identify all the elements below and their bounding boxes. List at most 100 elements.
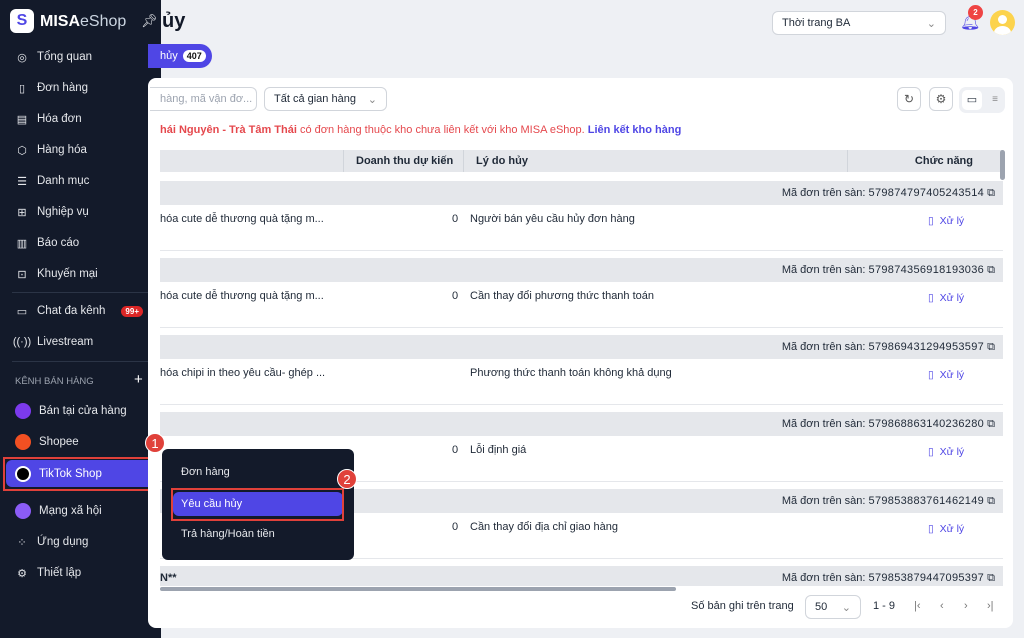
sidebar: S MISAeShop 📌︎ ◎ Tổng quan ▯ Đơn hàng ▤ Hóa… bbox=[0, 0, 161, 638]
first-page-icon[interactable]: |‹ bbox=[914, 600, 921, 612]
sidebar-item-social[interactable]: Mạng xã hội bbox=[0, 497, 161, 525]
sidebar-item-overview[interactable]: ◎ Tổng quan bbox=[0, 43, 161, 71]
horizontal-scrollbar[interactable] bbox=[160, 587, 676, 591]
sidebar-item-products[interactable]: ⬡ Hàng hóa bbox=[0, 136, 161, 164]
search-input[interactable]: hàng, mã vận đơ... bbox=[150, 87, 257, 111]
revenue: 0 bbox=[452, 521, 459, 533]
process-label: Xử lý bbox=[939, 215, 965, 227]
code-label: Mã đơn trên sàn: bbox=[781, 187, 866, 199]
cancel-reason: Cần thay đổi phương thức thanh toán bbox=[470, 290, 655, 302]
sidebar-item-operations[interactable]: ⊞ Nghiệp vụ bbox=[0, 198, 161, 226]
order-code: 579874356918193036 bbox=[868, 264, 985, 276]
store-icon bbox=[15, 403, 31, 419]
step-marker-1: 1 bbox=[145, 433, 165, 453]
process-label: Xử lý bbox=[939, 292, 965, 304]
process-button[interactable]: ▯ Xử lý bbox=[928, 369, 964, 381]
next-page-icon[interactable]: › bbox=[964, 600, 968, 612]
list-icon: ☰ bbox=[17, 175, 27, 188]
submenu-orders[interactable]: Đơn hàng bbox=[173, 460, 343, 484]
tab-cancel-requests[interactable]: hủy 407 bbox=[148, 44, 212, 68]
table-row: hóa cute dễ thương quà tặng m... 0 Cần t… bbox=[160, 282, 1003, 328]
copy-icon[interactable]: ⧉ bbox=[987, 495, 995, 507]
col-actions: Chức năng bbox=[847, 150, 1003, 172]
brand-light: eShop bbox=[80, 13, 127, 30]
col-revenue: Doanh thu dự kiến bbox=[343, 150, 463, 172]
pin-icon[interactable]: 📌︎ bbox=[141, 13, 158, 29]
page-size-select[interactable]: 50 ⌄ bbox=[805, 595, 861, 619]
highlight-box-cancel bbox=[171, 488, 344, 521]
vertical-scrollbar[interactable] bbox=[1000, 150, 1005, 180]
page-title: ủy bbox=[162, 10, 186, 32]
list-view-icon[interactable]: ≡ bbox=[987, 90, 1003, 110]
warning-shop: hái Nguyên - Trà Tâm Thái bbox=[160, 124, 297, 136]
sidebar-item-shopee[interactable]: Shopee bbox=[0, 428, 161, 456]
cancel-reason: Phương thức thanh toán không khả dụng bbox=[470, 367, 672, 379]
shop-select[interactable]: Thời trang BA ⌄ bbox=[772, 11, 946, 35]
chevron-down-icon: ⌄ bbox=[367, 93, 377, 106]
copy-icon[interactable]: ⧉ bbox=[987, 187, 995, 199]
table-row: hóa chipi in theo yêu cầu- ghép ... Phươ… bbox=[160, 359, 1003, 405]
refresh-button[interactable]: ↻ bbox=[897, 87, 921, 111]
avatar[interactable] bbox=[990, 10, 1015, 35]
product-name: hóa cute dễ thương quà tặng m... bbox=[160, 213, 324, 225]
sidebar-item-store[interactable]: Bán tại cửa hàng bbox=[0, 397, 161, 425]
label: Nghiệp vụ bbox=[37, 206, 89, 218]
settings-button[interactable]: ⚙ bbox=[929, 87, 953, 111]
sidebar-item-promotions[interactable]: ⊡ Khuyến mại bbox=[0, 260, 161, 288]
document-icon: ▯ bbox=[928, 215, 934, 227]
store-filter-select[interactable]: Tất cả gian hàng ⌄ bbox=[264, 87, 387, 111]
order-code: 579853879447095397 bbox=[868, 572, 985, 584]
revenue: 0 bbox=[452, 290, 459, 302]
label: Ứng dụng bbox=[37, 536, 89, 548]
label: Hàng hóa bbox=[37, 144, 87, 156]
copy-icon[interactable]: ⧉ bbox=[987, 418, 995, 430]
tab-label: hủy bbox=[160, 50, 178, 62]
tab-count: 407 bbox=[182, 50, 206, 62]
label: Bán tại cửa hàng bbox=[39, 405, 127, 417]
divider bbox=[12, 292, 155, 293]
process-button[interactable]: ▯ Xử lý bbox=[928, 523, 964, 535]
sidebar-item-livestream[interactable]: ((·)) Livestream bbox=[0, 328, 161, 356]
col-reason: Lý do hủy bbox=[463, 150, 847, 172]
table-header: Doanh thu dự kiến Lý do hủy Chức năng bbox=[160, 150, 1003, 172]
copy-icon[interactable]: ⧉ bbox=[987, 572, 995, 584]
label: Đơn hàng bbox=[37, 82, 89, 94]
gear-icon: ⚙ bbox=[935, 92, 947, 106]
sidebar-item-reports[interactable]: ▥ Báo cáo bbox=[0, 229, 161, 257]
sidebar-item-categories[interactable]: ☰ Danh mục bbox=[0, 167, 161, 195]
label: Danh mục bbox=[37, 175, 90, 187]
code-label: Mã đơn trên sàn: bbox=[781, 418, 866, 430]
chevron-down-icon: ⌄ bbox=[841, 601, 851, 614]
group-header: Mã đơn trên sàn: 579874797405243514 ⧉ bbox=[160, 181, 1003, 205]
warning-text: có đơn hàng thuộc kho chưa liên kết với … bbox=[296, 124, 588, 136]
social-icon bbox=[15, 503, 31, 519]
order-code: 579853883761462149 bbox=[868, 495, 985, 507]
revenue: 0 bbox=[452, 444, 459, 456]
add-channel-icon[interactable]: + bbox=[134, 371, 143, 388]
prev-page-icon[interactable]: ‹ bbox=[940, 600, 944, 612]
last-page-icon[interactable]: ›| bbox=[987, 600, 994, 612]
shop-name: Thời trang BA bbox=[782, 17, 851, 29]
sidebar-item-invoices[interactable]: ▤ Hóa đơn bbox=[0, 105, 161, 133]
label: Mạng xã hội bbox=[39, 505, 102, 517]
copy-icon[interactable]: ⧉ bbox=[987, 264, 995, 276]
process-button[interactable]: ▯ Xử lý bbox=[928, 215, 964, 227]
sidebar-item-chat[interactable]: ▭ Chat đa kênh 99+ bbox=[0, 297, 161, 325]
gear-icon: ⚙ bbox=[17, 567, 27, 580]
process-button[interactable]: ▯ Xử lý bbox=[928, 446, 964, 458]
document-icon: ▯ bbox=[928, 446, 934, 458]
process-button[interactable]: ▯ Xử lý bbox=[928, 292, 964, 304]
card-view-icon[interactable]: ▭ bbox=[962, 90, 982, 110]
link-warehouse-link[interactable]: Liên kết kho hàng bbox=[588, 124, 682, 136]
order-code: 579868863140236280 bbox=[868, 418, 985, 430]
sidebar-item-orders[interactable]: ▯ Đơn hàng bbox=[0, 74, 161, 102]
sidebar-item-apps[interactable]: ⁘ Ứng dụng bbox=[0, 528, 161, 556]
cancel-reason: Cần thay đổi địa chỉ giao hàng bbox=[470, 521, 618, 533]
process-label: Xử lý bbox=[939, 446, 965, 458]
document-icon: ▯ bbox=[928, 369, 934, 381]
copy-icon[interactable]: ⧉ bbox=[987, 341, 995, 353]
submenu-returns[interactable]: Trả hàng/Hoàn tiền bbox=[173, 522, 343, 546]
label: Chat đa kênh bbox=[37, 305, 106, 317]
sidebar-item-settings[interactable]: ⚙ Thiết lập bbox=[0, 559, 161, 587]
label: Hóa đơn bbox=[37, 113, 82, 125]
